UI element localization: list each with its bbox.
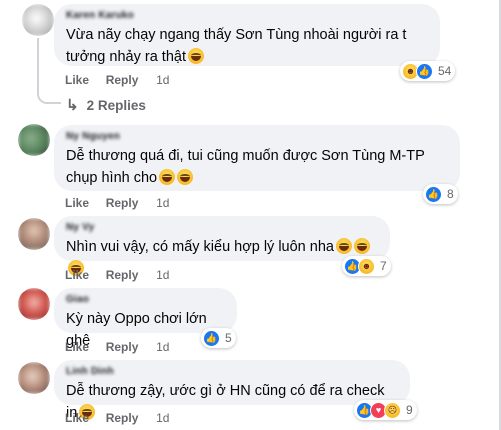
reaction-count: 9 bbox=[406, 403, 413, 417]
comment-author[interactable]: Giao bbox=[66, 294, 225, 308]
comment-actions: Like Reply 1d bbox=[65, 268, 169, 282]
comment-bubble: Linh Dinh Dễ thương zậy, ước gì ở HN cũn… bbox=[54, 360, 410, 421]
sad-icon: ☹ bbox=[384, 401, 401, 419]
replies-label: 2 Replies bbox=[86, 97, 146, 113]
avatar[interactable] bbox=[18, 288, 50, 320]
avatar[interactable] bbox=[18, 218, 50, 250]
laughing-emoji-icon bbox=[159, 169, 176, 185]
comment-time[interactable]: 1d bbox=[156, 73, 169, 87]
haha-icon: ☻ bbox=[358, 257, 375, 275]
reaction-count: 54 bbox=[438, 64, 452, 78]
comment-text: Dễ thương quá đi, tui cũng muốn được Sơn… bbox=[66, 148, 425, 186]
reaction-summary[interactable]: 👍 ☻ 7 bbox=[342, 256, 391, 276]
comment-actions: Like Reply 1d bbox=[65, 196, 169, 210]
comment-author[interactable]: Linh Dinh bbox=[66, 366, 398, 380]
laughing-emoji-icon bbox=[177, 169, 194, 185]
like-button[interactable]: Like bbox=[65, 196, 89, 210]
comment-author[interactable]: Ny Nguyen bbox=[66, 131, 448, 145]
comment-actions: Like Reply 1d bbox=[65, 73, 169, 87]
like-button[interactable]: Like bbox=[65, 340, 89, 354]
like-button[interactable]: Like bbox=[65, 411, 89, 425]
reply-button[interactable]: Reply bbox=[106, 411, 139, 425]
like-icon: 👍 bbox=[425, 185, 442, 203]
like-button[interactable]: Like bbox=[65, 268, 89, 282]
reaction-count: 7 bbox=[380, 259, 387, 273]
reply-button[interactable]: Reply bbox=[106, 73, 139, 87]
comment-actions: Like Reply 1d bbox=[65, 340, 169, 354]
laughing-emoji-icon bbox=[353, 238, 370, 254]
reaction-summary[interactable]: 👍 ♥ ☹ 9 bbox=[354, 400, 417, 420]
avatar[interactable] bbox=[18, 362, 50, 394]
reaction-summary[interactable]: ☻ 👍 54 bbox=[400, 61, 456, 81]
comment-bubble: Ny Nguyen Dễ thương quá đi, tui cũng muố… bbox=[54, 125, 460, 191]
reply-button[interactable]: Reply bbox=[106, 340, 139, 354]
avatar[interactable] bbox=[22, 4, 54, 36]
comment-bubble: Ny Vy Nhìn vui vậy, có mấy kiểu hợp lý l… bbox=[54, 216, 390, 276]
avatar[interactable] bbox=[18, 124, 50, 156]
comment-text: Vừa nãy chạy ngang thấy Sơn Tùng nhoài n… bbox=[66, 27, 407, 65]
laughing-emoji-icon bbox=[335, 238, 352, 254]
like-button[interactable]: Like bbox=[65, 73, 89, 87]
view-replies-link[interactable]: ↳ 2 Replies bbox=[66, 96, 146, 114]
reply-button[interactable]: Reply bbox=[106, 268, 139, 282]
comment-bubble: Karen Karuko Vừa nãy chạy ngang thấy Sơn… bbox=[54, 4, 440, 66]
comment-time[interactable]: 1d bbox=[156, 340, 169, 354]
laughing-emoji-icon bbox=[187, 48, 204, 64]
reply-arrow-icon: ↳ bbox=[66, 97, 79, 114]
reaction-summary[interactable]: 👍 8 bbox=[423, 184, 458, 204]
comment-time[interactable]: 1d bbox=[156, 196, 169, 210]
comment-author[interactable]: Karen Karuko bbox=[66, 10, 428, 24]
comment-actions: Like Reply 1d bbox=[65, 411, 169, 425]
reaction-count: 8 bbox=[447, 187, 454, 201]
reaction-count: 5 bbox=[225, 331, 232, 345]
reply-button[interactable]: Reply bbox=[106, 196, 139, 210]
like-icon: 👍 bbox=[203, 329, 220, 347]
comment-time[interactable]: 1d bbox=[156, 268, 169, 282]
reaction-summary[interactable]: 👍 5 bbox=[201, 328, 236, 348]
comment-author[interactable]: Ny Vy bbox=[66, 222, 378, 236]
reply-thread-line bbox=[37, 38, 61, 104]
comment-time[interactable]: 1d bbox=[156, 411, 169, 425]
comment-bubble: Giao Kỳ này Oppo chơi lớn ghê bbox=[54, 288, 237, 349]
like-icon: 👍 bbox=[416, 62, 433, 80]
